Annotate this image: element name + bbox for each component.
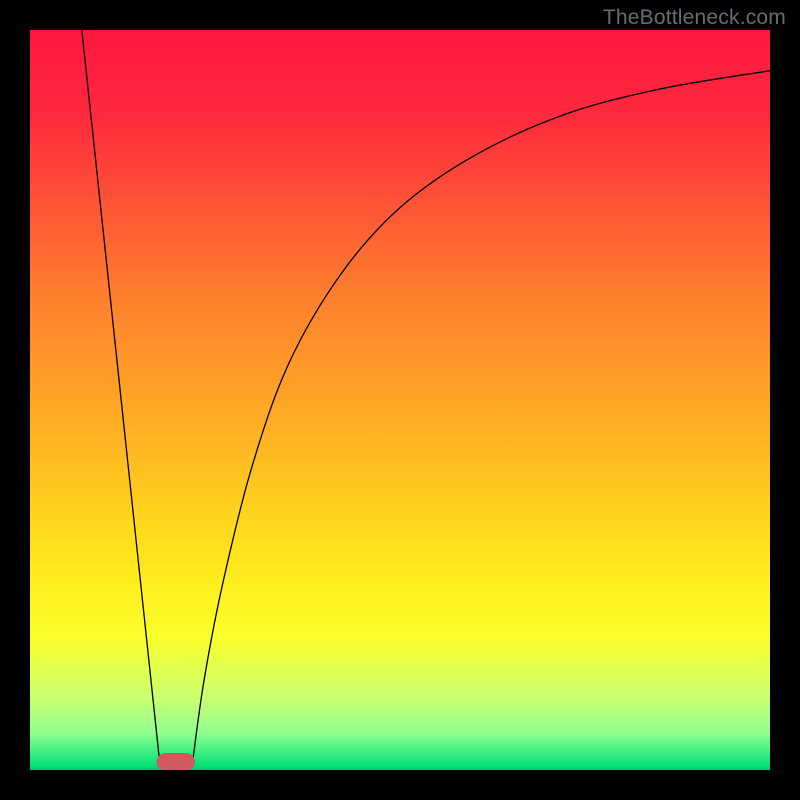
watermark-text: TheBottleneck.com	[603, 6, 786, 30]
chart-frame: TheBottleneck.com	[0, 0, 800, 800]
target-marker	[157, 753, 195, 770]
chart-plot-area	[30, 30, 770, 770]
gradient-background	[30, 30, 770, 770]
